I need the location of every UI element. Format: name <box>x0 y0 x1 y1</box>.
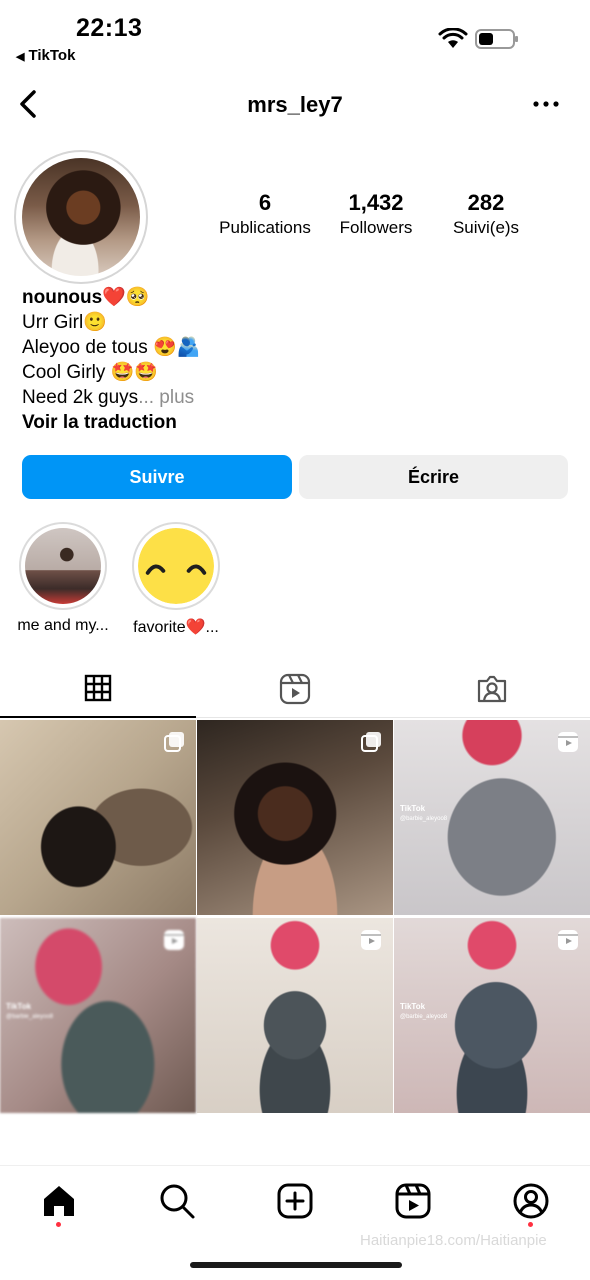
highlight-ring <box>19 522 107 610</box>
reel-badge-icon <box>558 930 578 950</box>
reels-icon <box>279 673 311 705</box>
stat-followers[interactable]: 1,432 Followers <box>325 190 427 238</box>
reel-badge-icon <box>558 732 578 752</box>
message-button[interactable]: Écrire <box>299 455 568 499</box>
stat-following-label: Suivi(e)s <box>452 218 520 237</box>
stat-publications-count: 6 <box>258 190 272 215</box>
profile-icon[interactable] <box>511 1181 551 1221</box>
tiktok-watermark: TikTok @barbie_aleyoo8 <box>400 804 447 822</box>
grid-reel[interactable]: TikTok @barbie_aleyoo8 <box>394 720 590 915</box>
bio-truncated-line: Need 2k guys... plus <box>22 385 562 410</box>
stat-publications[interactable]: 6 Publications <box>205 190 325 238</box>
home-notification-dot <box>56 1222 61 1227</box>
grid-post[interactable] <box>0 720 196 915</box>
status-bar: 22:13 ◀ TikTok <box>0 0 590 70</box>
tab-posts-grid[interactable] <box>0 660 196 718</box>
carousel-icon <box>164 732 184 752</box>
posts-grid: TikTok @barbie_aleyoo8 TikTok @barbie_aley… <box>0 720 590 1113</box>
grid-post[interactable] <box>197 720 393 915</box>
reel-badge-icon <box>361 930 381 950</box>
wifi-icon <box>438 28 468 48</box>
bio-line: Cool Girly 🤩🤩 <box>22 362 158 383</box>
tab-reels[interactable] <box>197 660 393 718</box>
profile-content-tabs <box>0 660 590 718</box>
emoji-face-cover-image <box>138 528 214 604</box>
highlight-ring <box>132 522 220 610</box>
stat-following-count: 282 <box>467 190 505 215</box>
bio-more-link[interactable]: ... plus <box>138 387 194 408</box>
tab-tagged[interactable] <box>394 660 590 718</box>
highlight-label: me and my... <box>17 617 109 634</box>
grid-reel[interactable] <box>197 918 393 1113</box>
follow-button[interactable]: Suivre <box>22 455 292 499</box>
avatar-image <box>22 158 140 276</box>
tiktok-label: TikTok <box>6 1002 32 1011</box>
profile-header: mrs_ley7 <box>0 80 590 130</box>
bio-line: Need 2k guys <box>22 387 139 408</box>
tiktok-handle: @barbie_aleyoo8 <box>400 1014 448 1020</box>
grid-reel[interactable]: TikTok @barbie_aleyoo8 <box>394 918 590 1113</box>
tiktok-watermark: TikTok @barbie_aleyoo8 <box>400 1002 447 1020</box>
reels-nav-icon[interactable] <box>393 1181 433 1221</box>
carousel-icon <box>361 732 381 752</box>
grid-icon <box>84 674 112 702</box>
back-triangle-icon: ◀ <box>16 51 25 63</box>
home-indicator[interactable] <box>190 1262 402 1268</box>
bottom-navigation <box>0 1165 590 1235</box>
search-icon[interactable] <box>157 1181 197 1221</box>
profile-username: mrs_ley7 <box>247 92 343 117</box>
more-options-icon[interactable] <box>528 92 564 116</box>
see-translation-link[interactable]: Voir la traduction <box>22 410 562 435</box>
story-highlight[interactable]: me and my... <box>13 522 113 635</box>
bio-line: Aleyoo de tous 😍🫂 <box>22 337 201 358</box>
back-to-app-link[interactable]: ◀ TikTok <box>16 47 75 64</box>
image-watermark: Haitianpie18.com/Haitianpie <box>360 1232 547 1249</box>
tiktok-watermark: TikTok @barbie_aleyoo8 <box>6 1002 53 1020</box>
profile-avatar[interactable] <box>14 150 148 284</box>
stat-followers-count: 1,432 <box>348 190 404 215</box>
profile-stats: 6 Publications 1,432 Followers 282 Suivi… <box>205 190 545 250</box>
create-post-icon[interactable] <box>275 1181 315 1221</box>
grid-reel[interactable]: TikTok @barbie_aleyoo8 <box>0 918 196 1113</box>
profile-notification-dot <box>528 1222 533 1227</box>
story-highlight[interactable]: favorite❤️... <box>126 522 226 637</box>
bio-line: Urr Girl🙂 <box>22 312 107 333</box>
stat-publications-label: Publications <box>219 218 311 237</box>
profile-display-name: nounous❤️🥺 <box>22 287 150 308</box>
profile-bio: nounous❤️🥺 Urr Girl🙂 Aleyoo de tous 😍🫂 C… <box>22 285 562 435</box>
status-time: 22:13 <box>76 14 143 42</box>
reel-badge-icon <box>164 930 184 950</box>
stat-following[interactable]: 282 Suivi(e)s <box>439 190 533 238</box>
highlight-cover-image <box>25 528 101 604</box>
tiktok-label: TikTok <box>400 804 426 813</box>
tagged-user-icon <box>477 675 507 703</box>
stat-followers-label: Followers <box>339 218 413 237</box>
back-app-label: TikTok <box>28 47 76 64</box>
battery-icon <box>475 29 518 49</box>
tiktok-handle: @barbie_aleyoo8 <box>400 816 448 822</box>
highlight-label: favorite❤️... <box>133 619 219 636</box>
tiktok-label: TikTok <box>400 1002 426 1011</box>
home-icon[interactable] <box>39 1181 79 1221</box>
tiktok-handle: @barbie_aleyoo8 <box>6 1014 54 1020</box>
